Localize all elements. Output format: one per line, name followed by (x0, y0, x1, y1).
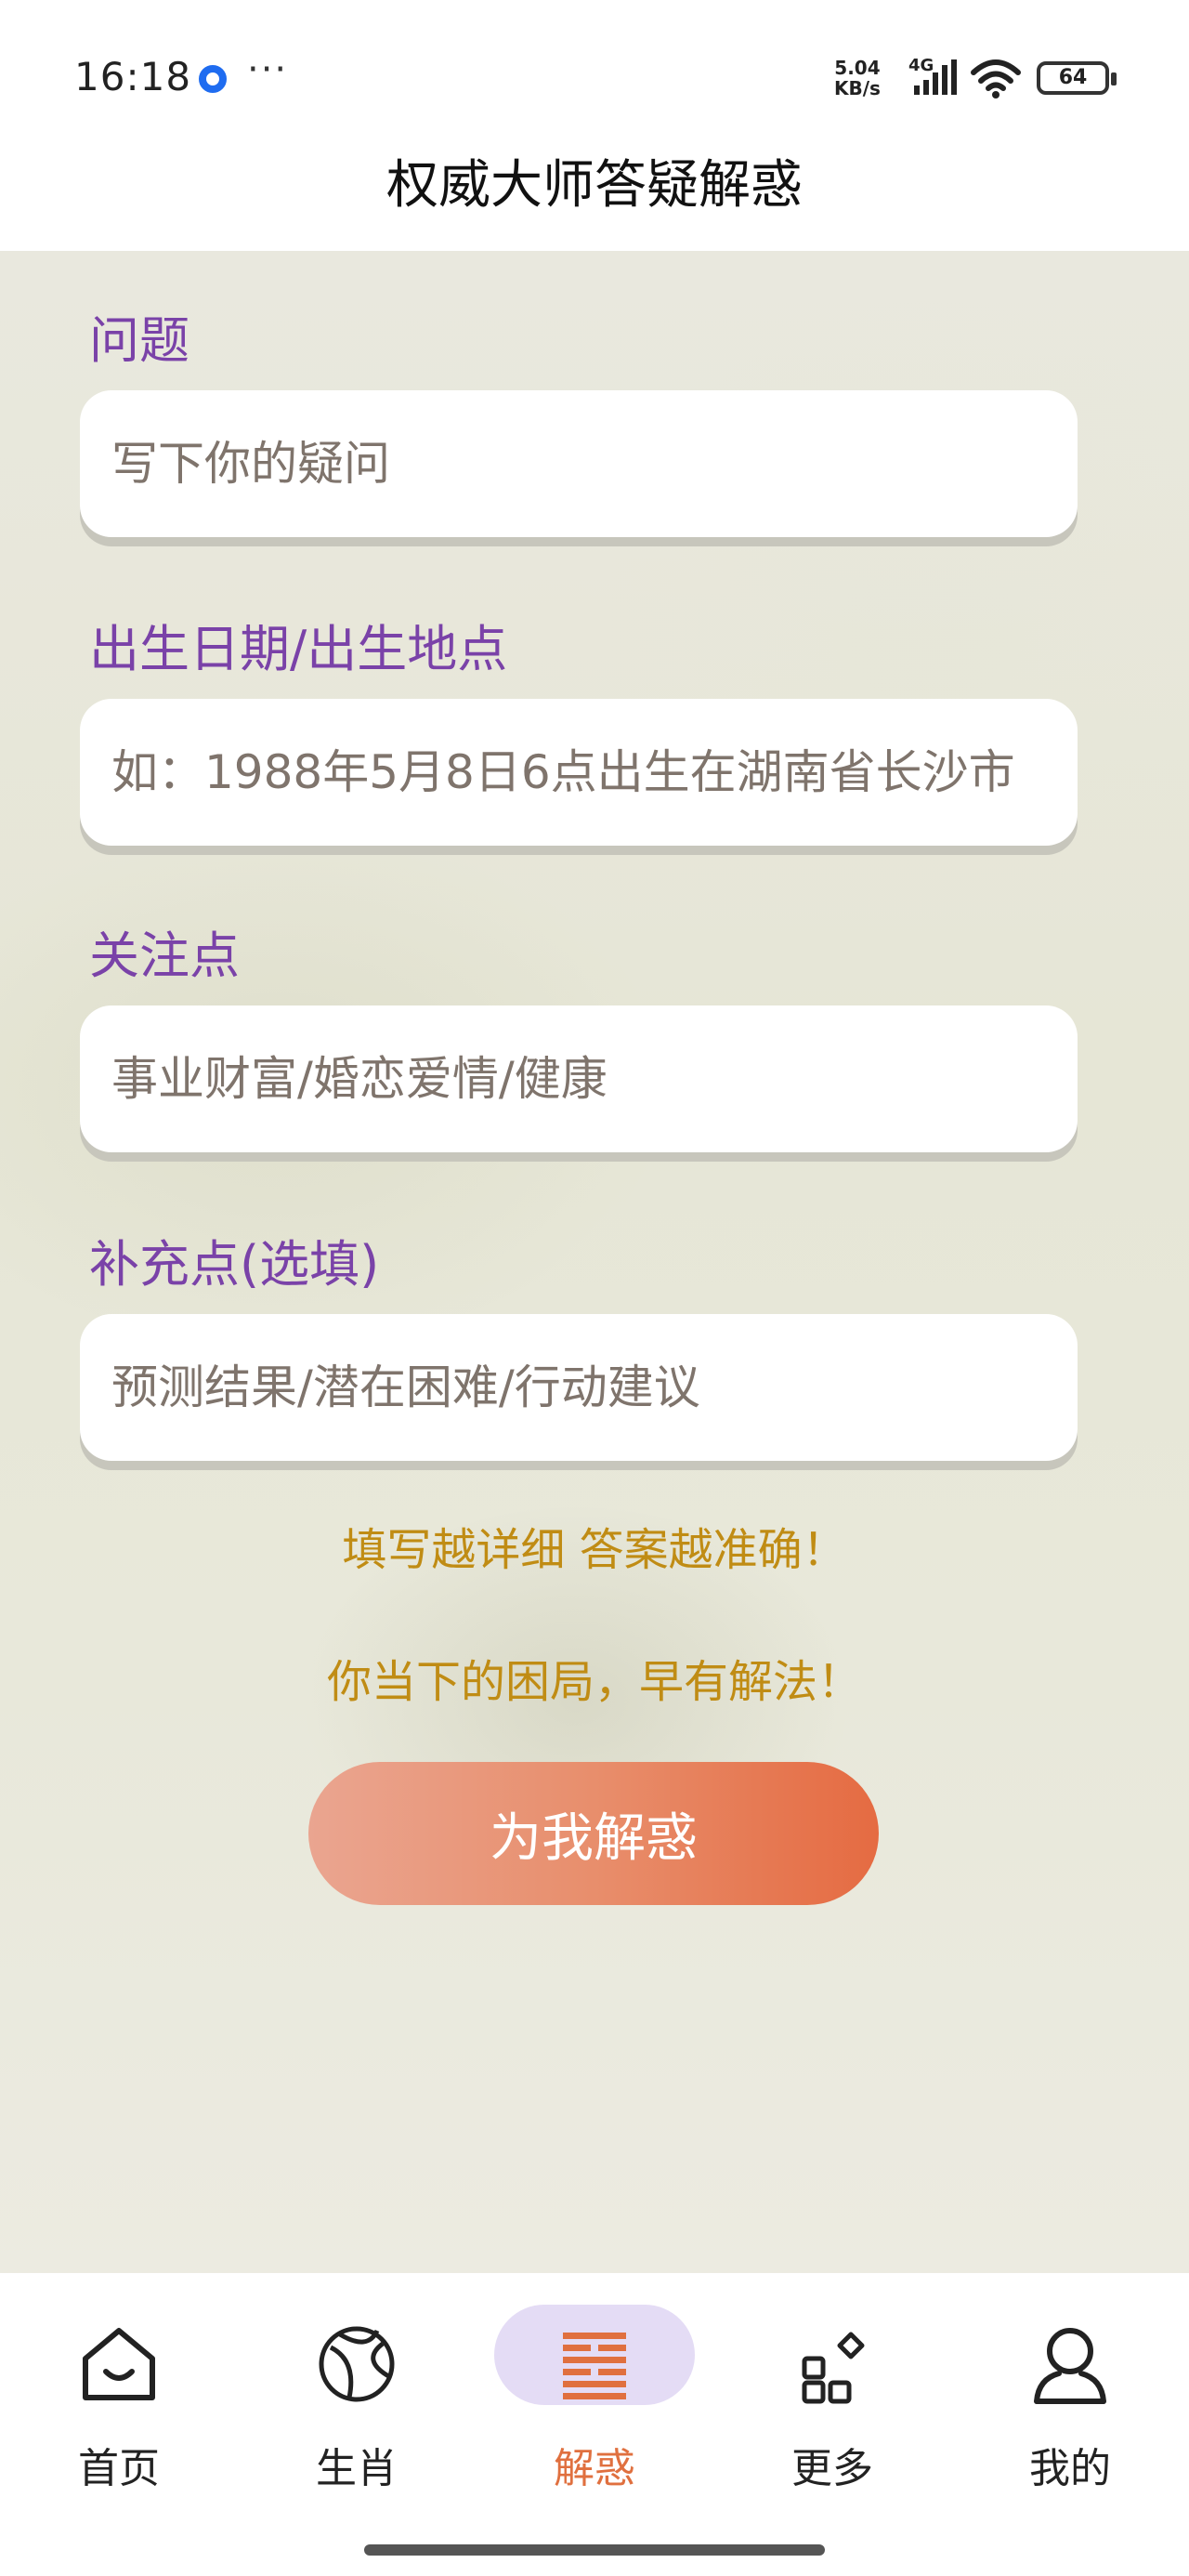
birth-info-input[interactable] (80, 699, 1078, 846)
zodiac-icon (319, 2326, 395, 2402)
page-title: 权威大师答疑解惑 (0, 149, 1189, 251)
solution-hint: 你当下的困局，早有解法！ (326, 1656, 862, 1708)
submit-button[interactable]: 为我解惑 (308, 1762, 879, 1905)
supplement-input[interactable] (80, 1314, 1078, 1461)
more-notifications-icon: ··· (247, 48, 289, 91)
nav-label-home: 首页 (78, 2445, 160, 2492)
battery-icon: 64 (1037, 61, 1117, 95)
signal-icon (914, 59, 957, 95)
nav-item-answer[interactable]: 解惑 (476, 2273, 713, 2515)
nav-label-profile: 我的 (1029, 2445, 1111, 2492)
status-bar: 16:18 ··· 5.04 KB/s 4G 64 (0, 0, 1189, 149)
notification-app-icon (199, 65, 227, 93)
bottom-nav: 首页 生肖 解惑 更多 我的 (0, 2273, 1189, 2576)
nav-label-more: 更多 (791, 2445, 873, 2492)
nav-item-home[interactable]: 首页 (0, 2273, 238, 2515)
network-speed: 5.04 KB/s (834, 58, 881, 99)
nav-item-more[interactable]: 更多 (713, 2273, 951, 2515)
home-indicator[interactable] (364, 2544, 825, 2556)
network-speed-value: 5.04 (834, 57, 881, 79)
nav-item-profile[interactable]: 我的 (951, 2273, 1189, 2515)
wifi-icon (971, 59, 1021, 99)
nav-label-zodiac: 生肖 (316, 2445, 398, 2492)
home-icon (83, 2328, 155, 2400)
apps-icon (802, 2332, 865, 2404)
focus-label: 关注点 (89, 927, 240, 985)
supplement-label: 补充点(选填) (89, 1235, 380, 1294)
question-label: 问题 (89, 311, 189, 370)
status-time: 16:18 (74, 54, 192, 99)
network-speed-unit: KB/s (834, 77, 881, 99)
question-input[interactable] (80, 390, 1078, 537)
hexagram-icon (563, 2333, 626, 2399)
nav-label-answer: 解惑 (554, 2445, 635, 2492)
nav-item-zodiac[interactable]: 生肖 (238, 2273, 476, 2515)
birth-info-label: 出生日期/出生地点 (89, 620, 508, 678)
focus-input[interactable] (80, 1005, 1078, 1152)
detail-hint: 填写越详细 答案越准确！ (342, 1524, 847, 1576)
profile-icon (1034, 2328, 1106, 2404)
